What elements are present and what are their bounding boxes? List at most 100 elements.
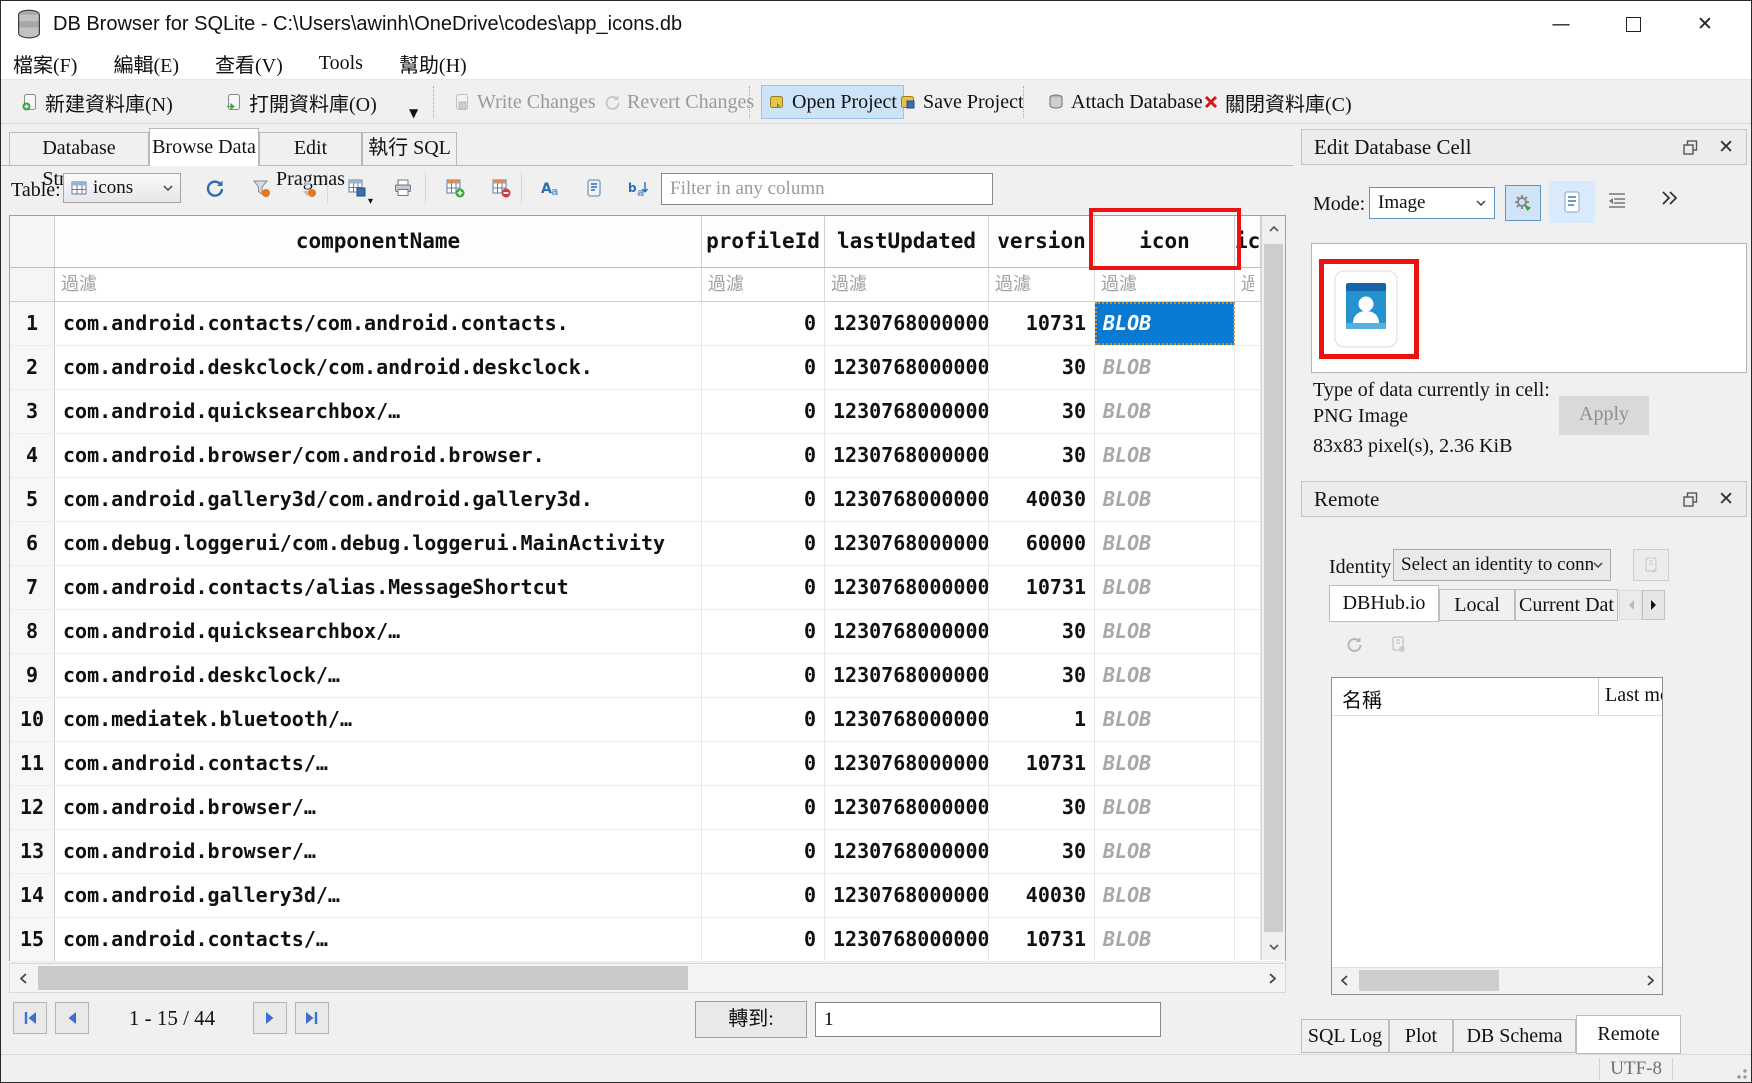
float-panel-icon[interactable] xyxy=(1683,492,1698,507)
minimize-button[interactable]: — xyxy=(1525,1,1597,47)
encoding-status[interactable]: UTF-8 xyxy=(1599,1058,1673,1080)
tab-execute-sql[interactable]: 執行 SQL xyxy=(362,132,457,165)
remote-clone-icon[interactable] xyxy=(1385,631,1411,657)
dock-tab-plot[interactable]: Plot xyxy=(1389,1019,1453,1053)
open-project-button[interactable]: Open Project xyxy=(761,85,904,119)
cell-lastUpdated[interactable]: 1230768000000 xyxy=(825,830,989,873)
encoding-button[interactable] xyxy=(577,171,613,205)
cell-lastUpdated[interactable]: 1230768000000 xyxy=(825,918,989,961)
print-button[interactable] xyxy=(385,171,421,205)
previous-page-button[interactable] xyxy=(55,1002,89,1034)
remote-tab-dbhub[interactable]: DBHub.io xyxy=(1329,585,1439,622)
attach-database-button[interactable]: Attach Database xyxy=(1041,85,1209,119)
cell-icon[interactable]: BLOB xyxy=(1095,610,1235,653)
cell-profileId[interactable]: 0 xyxy=(702,786,825,829)
column-header-lastUpdated[interactable]: lastUpdated xyxy=(825,216,989,267)
cell-version[interactable]: 30 xyxy=(989,434,1095,477)
horizontal-scroll-thumb[interactable] xyxy=(38,966,688,990)
cell-componentName[interactable]: com.android.deskclock/com.android.deskcl… xyxy=(55,346,702,389)
menu-help[interactable]: 幫助(H) xyxy=(399,49,467,78)
filter-profileId-input[interactable] xyxy=(702,268,824,301)
clear-sorting-button[interactable] xyxy=(289,171,325,205)
cell-icon[interactable]: BLOB xyxy=(1095,742,1235,785)
cell-lastUpdated[interactable]: 1230768000000 xyxy=(825,302,989,345)
cell-lastUpdated[interactable]: 1230768000000 xyxy=(825,346,989,389)
menu-file[interactable]: 檔案(F) xyxy=(13,49,77,78)
maximize-button[interactable] xyxy=(1597,1,1669,47)
row-number[interactable]: 3 xyxy=(10,390,55,433)
cell-componentName[interactable]: com.android.browser/com.android.browser. xyxy=(55,434,702,477)
float-panel-icon[interactable] xyxy=(1683,140,1698,155)
apply-button[interactable]: Apply xyxy=(1559,396,1649,435)
cell-lastUpdated[interactable]: 1230768000000 xyxy=(825,390,989,433)
cell-profileId[interactable]: 0 xyxy=(702,698,825,741)
column-header-icon[interactable]: icon xyxy=(1095,216,1235,267)
overflow-more-icon[interactable] xyxy=(1661,191,1679,205)
cell-version[interactable]: 10731 xyxy=(989,742,1095,785)
remote-list-scrollbar[interactable] xyxy=(1332,967,1662,994)
cell-icon[interactable]: BLOB xyxy=(1095,522,1235,565)
cell-componentName[interactable]: com.android.contacts/com.android.contact… xyxy=(55,302,702,345)
word-wrap-icon[interactable] xyxy=(1607,191,1627,209)
write-changes-button[interactable]: Write Changes xyxy=(447,85,602,119)
filter-partial-input[interactable] xyxy=(1235,268,1260,301)
last-page-button[interactable] xyxy=(295,1002,329,1034)
cell-lastUpdated[interactable]: 1230768000000 xyxy=(825,654,989,697)
row-number[interactable]: 12 xyxy=(10,786,55,829)
cell-profileId[interactable]: 0 xyxy=(702,346,825,389)
table-selector[interactable]: icons xyxy=(63,173,181,203)
cell-profileId[interactable]: 0 xyxy=(702,830,825,873)
cell-version[interactable]: 40030 xyxy=(989,874,1095,917)
cell-profileId[interactable]: 0 xyxy=(702,874,825,917)
remote-refresh-icon[interactable] xyxy=(1341,631,1367,657)
dock-tab-db-schema[interactable]: DB Schema xyxy=(1453,1019,1576,1053)
cell-componentName[interactable]: com.android.gallery3d/com.android.galler… xyxy=(55,478,702,521)
row-number[interactable]: 4 xyxy=(10,434,55,477)
cell-lastUpdated[interactable]: 1230768000000 xyxy=(825,786,989,829)
cell-lastUpdated[interactable]: 1230768000000 xyxy=(825,434,989,477)
row-number[interactable]: 14 xyxy=(10,874,55,917)
cell-profileId[interactable]: 0 xyxy=(702,522,825,565)
filter-version-input[interactable] xyxy=(989,268,1094,301)
close-database-button[interactable]: 關閉資料庫(C) xyxy=(1197,85,1358,119)
cell-profileId[interactable]: 0 xyxy=(702,742,825,785)
save-project-button[interactable]: Save Project xyxy=(893,85,1030,119)
remote-tab-current-database[interactable]: Current Dat xyxy=(1515,589,1618,621)
dock-tab-sql-log[interactable]: SQL Log xyxy=(1301,1019,1389,1053)
cell-profileId[interactable]: 0 xyxy=(702,610,825,653)
cell-componentName[interactable]: com.mediatek.bluetooth/… xyxy=(55,698,702,741)
row-number[interactable]: 2 xyxy=(10,346,55,389)
save-table-button[interactable]: ▾ xyxy=(339,171,375,205)
cell-version[interactable]: 30 xyxy=(989,786,1095,829)
font-button[interactable]: Aa xyxy=(533,171,569,205)
filter-componentName-input[interactable] xyxy=(55,268,701,301)
scroll-left-icon[interactable] xyxy=(10,964,36,992)
cell-componentName[interactable]: com.android.contacts/alias.MessageShortc… xyxy=(55,566,702,609)
cell-version[interactable]: 10731 xyxy=(989,566,1095,609)
cell-lastUpdated[interactable]: 1230768000000 xyxy=(825,478,989,521)
cell-profileId[interactable]: 0 xyxy=(702,654,825,697)
global-filter-input[interactable] xyxy=(661,173,993,205)
row-number[interactable]: 5 xyxy=(10,478,55,521)
goto-record-button[interactable]: 轉到: xyxy=(695,1001,807,1038)
cell-icon[interactable]: BLOB xyxy=(1095,390,1235,433)
filter-lastUpdated-input[interactable] xyxy=(825,268,988,301)
cell-icon[interactable]: BLOB xyxy=(1095,566,1235,609)
goto-record-input[interactable] xyxy=(815,1002,1161,1037)
remote-list-scroll-thumb[interactable] xyxy=(1359,970,1499,991)
cell-profileId[interactable]: 0 xyxy=(702,478,825,521)
cell-version[interactable]: 30 xyxy=(989,830,1095,873)
mode-select[interactable]: Image xyxy=(1369,187,1495,219)
tab-database-structure[interactable]: Database Structure xyxy=(9,132,149,165)
cell-version[interactable]: 30 xyxy=(989,654,1095,697)
identity-select[interactable]: Select an identity to conne xyxy=(1393,549,1611,581)
cell-componentName[interactable]: com.android.contacts/… xyxy=(55,742,702,785)
cell-profileId[interactable]: 0 xyxy=(702,390,825,433)
cell-componentName[interactable]: com.android.quicksearchbox/… xyxy=(55,390,702,433)
cell-icon[interactable]: BLOB xyxy=(1095,786,1235,829)
save-table-dropdown-arrow[interactable]: ▾ xyxy=(368,196,373,207)
cell-lastUpdated[interactable]: 1230768000000 xyxy=(825,742,989,785)
cell-icon[interactable]: BLOB xyxy=(1095,654,1235,697)
tab-scroll-left-icon[interactable] xyxy=(1619,590,1642,620)
grid-horizontal-scrollbar[interactable] xyxy=(9,963,1286,993)
